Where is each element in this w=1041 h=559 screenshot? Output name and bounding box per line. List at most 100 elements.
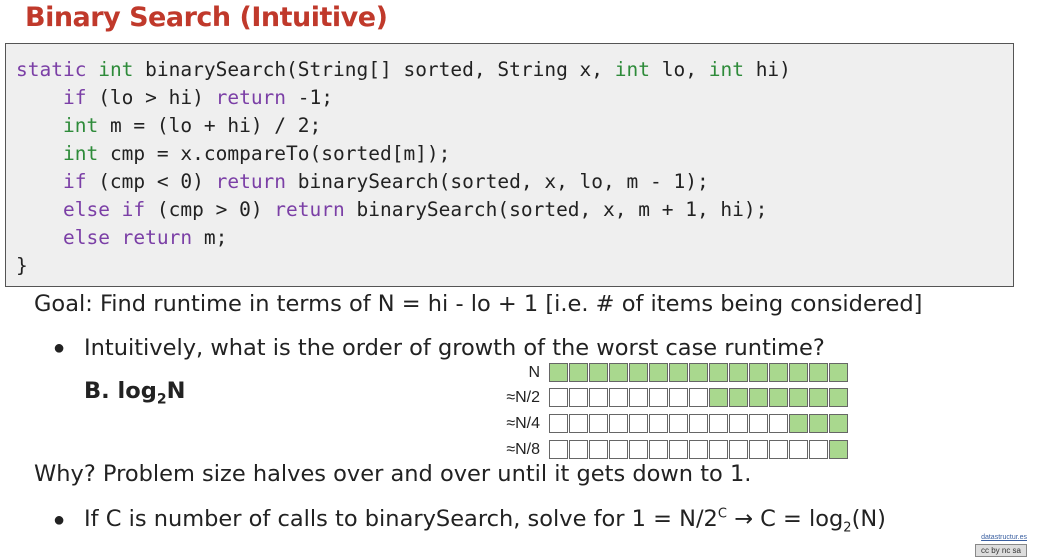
grid-cell	[589, 440, 608, 459]
code-line: int m = (lo + hi) / 2;	[16, 112, 791, 140]
code-text: }	[16, 254, 28, 277]
grid-cell	[709, 388, 728, 407]
grid-cell	[769, 414, 788, 433]
grid-cell	[749, 363, 768, 382]
grid-cell	[629, 414, 648, 433]
bullet-calls: If C is number of calls to binarySearch,…	[84, 506, 886, 536]
code-keyword: return	[215, 86, 287, 109]
grid-cell	[689, 440, 708, 459]
grid-cell	[749, 440, 768, 459]
grid-cell	[789, 414, 808, 433]
grid-row-label: ≈N/2	[506, 389, 540, 406]
grid-cell	[609, 363, 628, 382]
grid-cell	[549, 414, 568, 433]
grid-row	[549, 388, 849, 409]
code-listing: static int binarySearch(String[] sorted,…	[16, 56, 791, 280]
grid-cell	[829, 388, 848, 407]
grid-cell	[769, 363, 788, 382]
code-text: binarySearch(sorted, x, lo, m - 1);	[286, 170, 709, 193]
grid-cell	[769, 388, 788, 407]
code-keyword: else if	[62, 198, 146, 221]
grid-cell	[569, 440, 588, 459]
grid-cell	[629, 363, 648, 382]
footer-link[interactable]: datastructur.es	[981, 534, 1027, 541]
calls-superscript: C	[717, 506, 727, 522]
code-text: (cmp < 0)	[86, 170, 216, 193]
grid-cell	[669, 388, 688, 407]
grid-cell	[829, 440, 848, 459]
code-type: int	[614, 58, 651, 81]
code-type: int	[62, 142, 99, 165]
calls-subscript: 2	[843, 520, 852, 536]
code-text: binarySearch(sorted, x, m + 1, hi);	[344, 198, 768, 221]
bullet-marker: ●	[53, 337, 66, 359]
grid-cell	[709, 414, 728, 433]
grid-cell	[709, 440, 728, 459]
grid-cell	[729, 440, 748, 459]
grid-cell	[669, 363, 688, 382]
grid-cell	[689, 388, 708, 407]
grid-cell	[649, 414, 668, 433]
bullet-question: Intuitively, what is the order of growth…	[84, 335, 825, 361]
grid-cell	[809, 363, 828, 382]
grid-row	[549, 414, 849, 435]
grid-row-label: ≈N/4	[506, 415, 540, 432]
grid-cell	[769, 440, 788, 459]
code-text: (lo > hi)	[86, 86, 216, 109]
grid-cell	[629, 388, 648, 407]
grid-cell	[789, 440, 808, 459]
code-text: hi)	[743, 58, 791, 81]
answer-subscript: 2	[156, 391, 167, 408]
grid-cell	[569, 363, 588, 382]
grid-row-label: ≈N/8	[506, 441, 540, 458]
grid-cell	[649, 363, 668, 382]
calls-text-b: → C = log	[726, 506, 844, 532]
code-text: -1;	[286, 86, 334, 109]
code-block: static int binarySearch(String[] sorted,…	[5, 43, 1014, 287]
grid-cell	[829, 414, 848, 433]
grid-row	[549, 363, 849, 384]
grid-cell	[829, 363, 848, 382]
grid-cell	[649, 440, 668, 459]
grid-cell	[609, 388, 628, 407]
grid-cell	[569, 414, 588, 433]
code-line: }	[16, 252, 791, 280]
answer-suffix: N	[166, 378, 186, 404]
grid-cell	[749, 388, 768, 407]
grid-row	[549, 440, 849, 461]
code-text: cmp = x.compareTo(sorted[m]);	[98, 142, 451, 165]
grid-cell	[629, 440, 648, 459]
grid-cell	[589, 414, 608, 433]
grid-cell	[749, 414, 768, 433]
grid-cell	[809, 388, 828, 407]
grid-cell	[549, 388, 568, 407]
grid-cell	[689, 414, 708, 433]
grid-cell	[609, 414, 628, 433]
answer-text: B. log2N	[84, 378, 185, 408]
code-line: int cmp = x.compareTo(sorted[m]);	[16, 140, 791, 168]
grid-cell	[669, 440, 688, 459]
grid-cell	[729, 363, 748, 382]
code-line: else if (cmp > 0) return binarySearch(so…	[16, 196, 791, 224]
grid-cell	[729, 388, 748, 407]
grid-cell	[709, 363, 728, 382]
code-keyword: if	[62, 170, 87, 193]
goal-text: Goal: Find runtime in terms of N = hi - …	[34, 291, 923, 317]
grid-cell	[789, 363, 808, 382]
license-badge-icon: cc by nc sa	[975, 544, 1027, 557]
grid-cell	[569, 388, 588, 407]
grid-cell	[809, 440, 828, 459]
answer-prefix: B. log	[84, 378, 157, 404]
code-text: m;	[192, 226, 228, 249]
code-line: else return m;	[16, 224, 791, 252]
code-keyword: return	[215, 170, 287, 193]
code-keyword: else return	[62, 226, 193, 249]
code-text: (cmp > 0)	[145, 198, 275, 221]
code-line: if (cmp < 0) return binarySearch(sorted,…	[16, 168, 791, 196]
code-line: static int binarySearch(String[] sorted,…	[16, 56, 791, 84]
